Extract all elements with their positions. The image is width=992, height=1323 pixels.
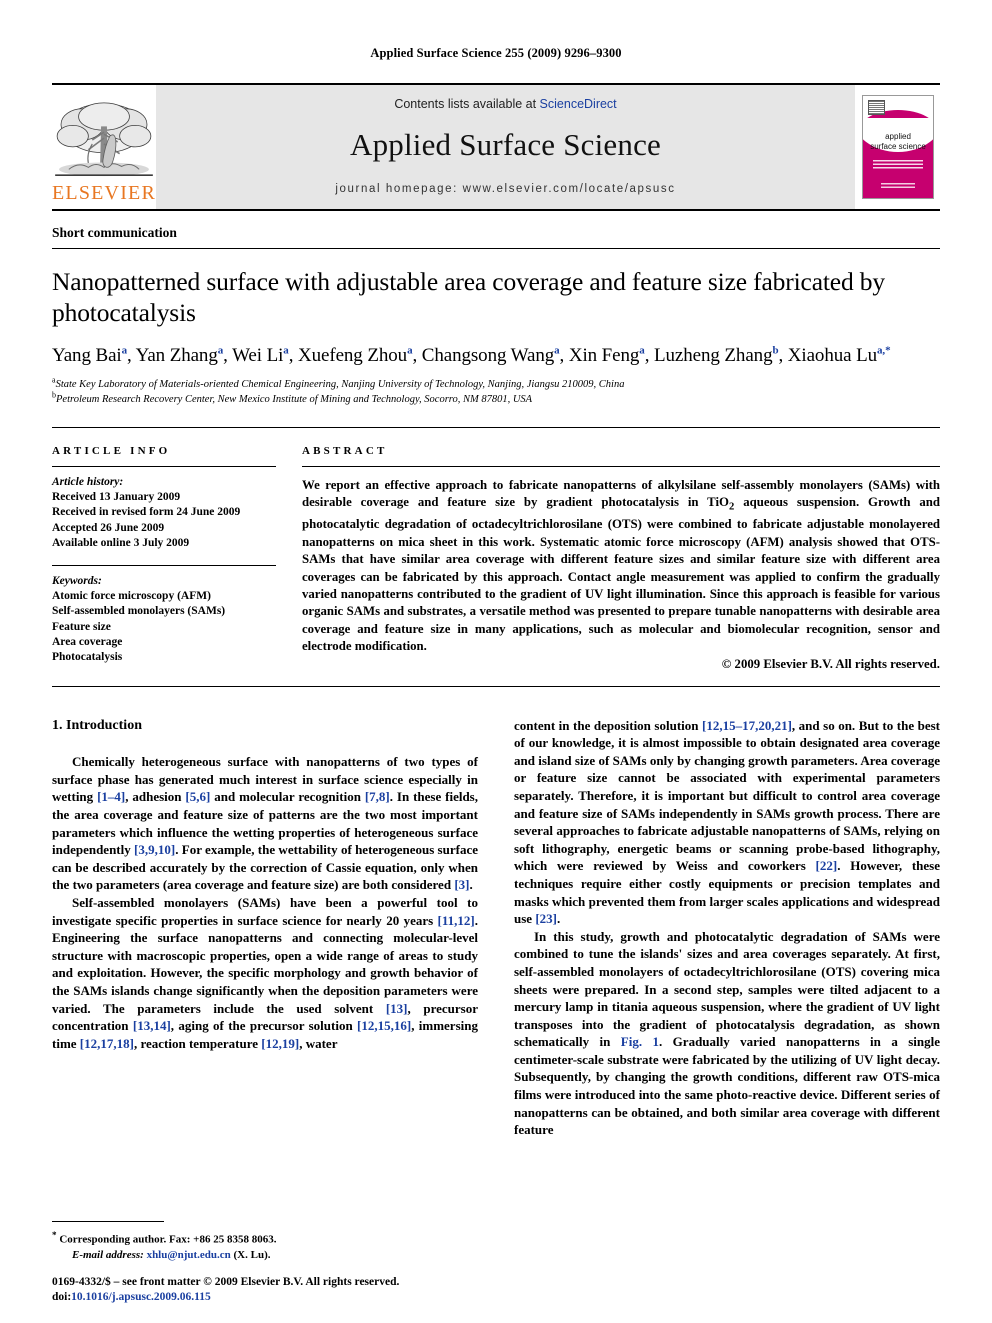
- keywords-label: Keywords:: [52, 575, 102, 588]
- cover-publisher-mark-icon: [868, 100, 885, 115]
- info-abstract-band: ARTICLE INFO Article history: Received 1…: [52, 427, 940, 672]
- page-footer: 0169-4332/$ – see front matter © 2009 El…: [52, 1275, 512, 1305]
- paragraph: Self-assembled monolayers (SAMs) have be…: [52, 894, 478, 1051]
- corresponding-author-footnote: * Corresponding author. Fax: +86 25 8358…: [52, 1221, 464, 1262]
- elsevier-wordmark: ELSEVIER: [51, 182, 157, 204]
- article-info-heading: ARTICLE INFO: [52, 445, 171, 457]
- cover-title-line2: surface science: [870, 141, 926, 151]
- doi-line: doi:10.1016/j.apsusc.2009.06.115: [52, 1291, 211, 1303]
- cover-footer-lines: [881, 183, 915, 190]
- affiliation-list: aState Key Laboratory of Materials-orien…: [52, 376, 940, 408]
- journal-title: Applied Surface Science: [349, 127, 662, 162]
- journal-cover-thumbnail: applied surface science: [855, 85, 940, 209]
- email-line: E-mail address: xhlu@njut.edu.cn (X. Lu)…: [72, 1248, 271, 1261]
- journal-homepage[interactable]: journal homepage: www.elsevier.com/locat…: [335, 183, 675, 195]
- article-info-rule-top: [52, 466, 276, 467]
- paragraph: In this study, growth and photocatalytic…: [514, 928, 941, 1138]
- article-info-column: ARTICLE INFO Article history: Received 1…: [52, 445, 276, 672]
- cover-subtitle-lines: [873, 160, 923, 169]
- page-title: Nanopatterned surface with adjustable ar…: [52, 267, 885, 327]
- abstract-copyright: © 2009 Elsevier B.V. All rights reserved…: [721, 656, 940, 671]
- keyword-item: Area coverage: [52, 635, 123, 648]
- section-heading-introduction: 1. Introduction: [52, 717, 142, 733]
- history-item: Received in revised form 24 June 2009: [52, 506, 241, 519]
- affiliation-text-a: State Key Laboratory of Materials-orient…: [55, 379, 625, 390]
- article-info-rule-mid: [52, 565, 276, 567]
- elsevier-tree-icon: [55, 102, 153, 177]
- paragraph: content in the deposition solution [12,1…: [514, 717, 941, 927]
- affiliation-b: bPetroleum Research Recovery Center, New…: [52, 391, 940, 408]
- elsevier-logo: ELSEVIER: [52, 85, 156, 209]
- history-item: Available online 3 July 2009: [52, 536, 190, 549]
- history-item: Accepted 26 June 2009: [52, 521, 165, 534]
- masthead-center: Contents lists available at ScienceDirec…: [156, 85, 855, 209]
- abstract-rule-top: [302, 466, 940, 467]
- affiliation-a: aState Key Laboratory of Materials-orien…: [52, 376, 940, 393]
- keyword-item: Feature size: [52, 620, 111, 633]
- keywords-block: Keywords: Atomic force microscopy (AFM) …: [52, 574, 276, 665]
- history-item: Received 13 January 2009: [52, 491, 181, 504]
- keyword-item: Self-assembled monolayers (SAMs): [52, 605, 226, 618]
- body-columns: 1. Introduction Chemically heterogeneous…: [52, 717, 940, 1139]
- abstract-column: ABSTRACT We report an effective approach…: [302, 445, 940, 672]
- running-head: Applied Surface Science 255 (2009) 9296–…: [370, 46, 622, 60]
- keyword-item: Photocatalysis: [52, 651, 123, 664]
- contents-available-line: Contents lists available at ScienceDirec…: [394, 97, 616, 111]
- cover-image: applied surface science: [862, 95, 934, 199]
- affiliation-text-b: Petroleum Research Recovery Center, New …: [56, 393, 533, 405]
- journal-masthead: ELSEVIER Contents lists available at Sci…: [52, 83, 940, 211]
- abstract-heading: ABSTRACT: [302, 445, 388, 457]
- footnote-rule: [52, 1221, 164, 1223]
- cover-title: applied surface science: [863, 132, 933, 151]
- keyword-item: Atomic force microscopy (AFM): [52, 590, 211, 603]
- article-type: Short communication: [52, 225, 940, 249]
- issn-copyright-line: 0169-4332/$ – see front matter © 2009 El…: [52, 1276, 400, 1288]
- body-column-left: 1. Introduction Chemically heterogeneous…: [52, 717, 478, 1139]
- abstract-text: We report an effective approach to fabri…: [302, 478, 940, 654]
- author-list: Yang Baia, Yan Zhanga, Wei Lia, Xuefeng …: [52, 344, 891, 366]
- article-history-label: Article history:: [52, 476, 124, 488]
- corresponding-author-line: * Corresponding author. Fax: +86 25 8358…: [52, 1230, 277, 1246]
- info-abstract-rule-bottom: [52, 685, 940, 687]
- cover-title-line1: applied: [885, 132, 911, 141]
- sciencedirect-link[interactable]: ScienceDirect: [540, 97, 617, 111]
- body-column-right: content in the deposition solution [12,1…: [514, 717, 940, 1139]
- paragraph: Chemically heterogeneous surface with na…: [52, 754, 478, 893]
- article-history-block: Article history: Received 13 January 200…: [52, 475, 276, 551]
- contents-prefix: Contents lists available at: [394, 97, 540, 111]
- paper-page: Applied Surface Science 255 (2009) 9296–…: [0, 0, 992, 1323]
